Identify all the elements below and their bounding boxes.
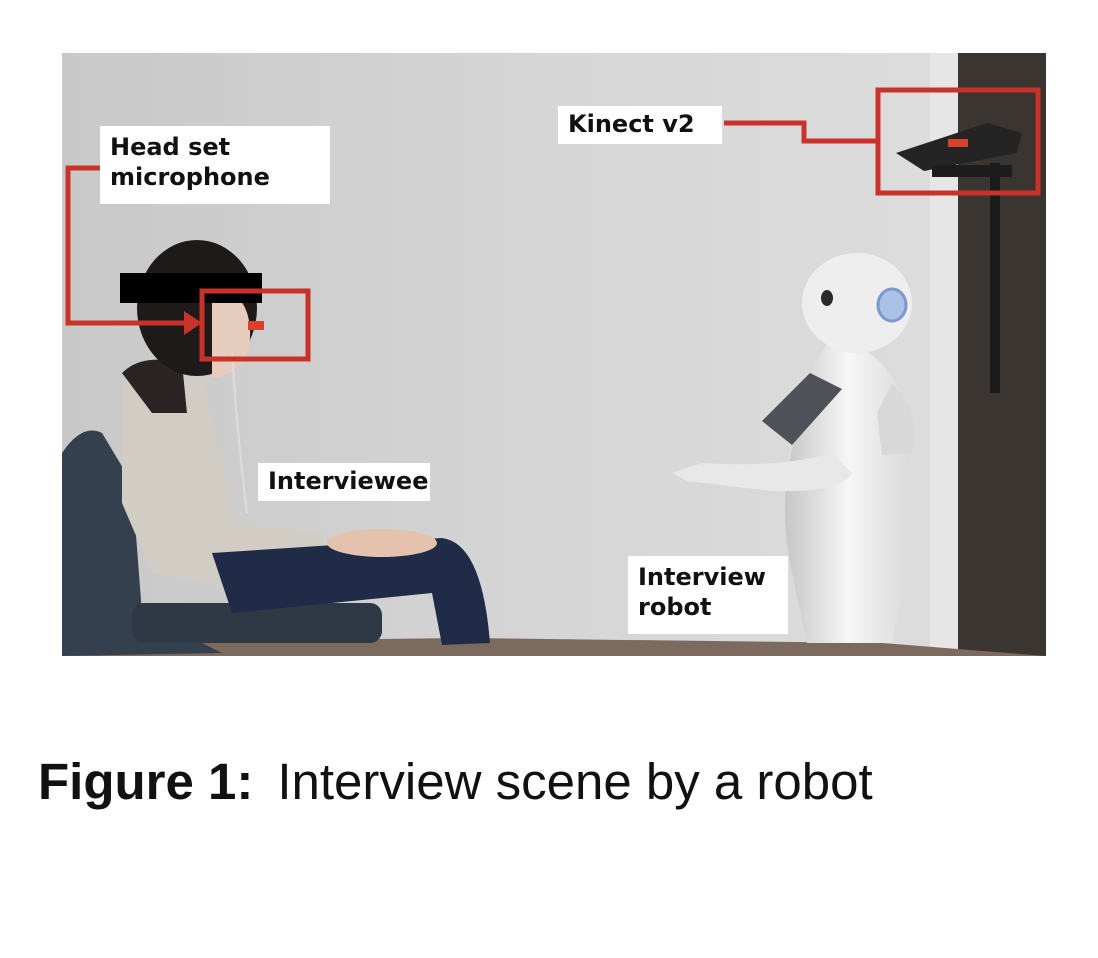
- callout-interview-robot: Interview robot: [628, 556, 788, 634]
- kinect-mount: [932, 165, 1012, 177]
- callout-interviewee: Interviewee: [258, 463, 430, 501]
- caption-text: Interview scene by a robot: [277, 753, 873, 810]
- callout-kinect-v2: Kinect v2: [558, 106, 722, 144]
- interviewee-hands: [327, 529, 437, 557]
- privacy-bar: [120, 273, 262, 303]
- callout-headset-microphone: Head set microphone: [100, 126, 330, 204]
- caption-label: Figure 1:: [38, 753, 254, 810]
- figure-caption: Figure 1: Interview scene by a robot: [38, 750, 1058, 814]
- kinect-pole: [990, 163, 1000, 393]
- robot-ear: [876, 287, 908, 323]
- mic-marker: [248, 321, 264, 330]
- kinect-marker: [948, 139, 968, 147]
- robot-eye: [821, 290, 833, 306]
